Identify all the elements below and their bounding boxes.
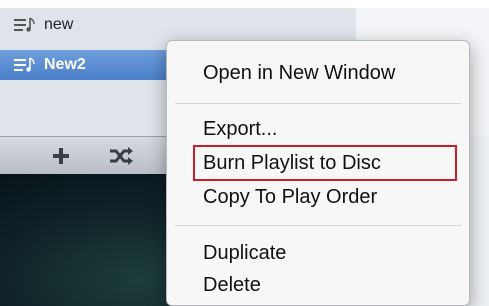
plus-icon[interactable] [48, 145, 74, 167]
sidebar-item-label: New2 [44, 56, 86, 73]
sidebar-item-new[interactable]: new [0, 10, 356, 40]
context-menu: Open in New Window Export... Burn Playli… [166, 40, 470, 306]
menu-separator [175, 225, 461, 226]
playlist-icon [14, 17, 35, 32]
shuffle-icon[interactable] [108, 145, 134, 167]
menu-item-open-in-new-window[interactable]: Open in New Window [167, 57, 469, 89]
highlight-annotation-box [193, 145, 457, 181]
caption-strip [0, 0, 489, 8]
menu-item-duplicate[interactable]: Duplicate [167, 237, 469, 269]
playlist-icon [14, 57, 35, 72]
menu-item-delete[interactable]: Delete [167, 269, 469, 301]
menu-separator [175, 103, 461, 104]
menu-item-copy-to-play-order[interactable]: Copy To Play Order [167, 181, 469, 213]
menu-item-export[interactable]: Export... [167, 113, 469, 145]
sidebar-item-label: new [44, 16, 74, 33]
